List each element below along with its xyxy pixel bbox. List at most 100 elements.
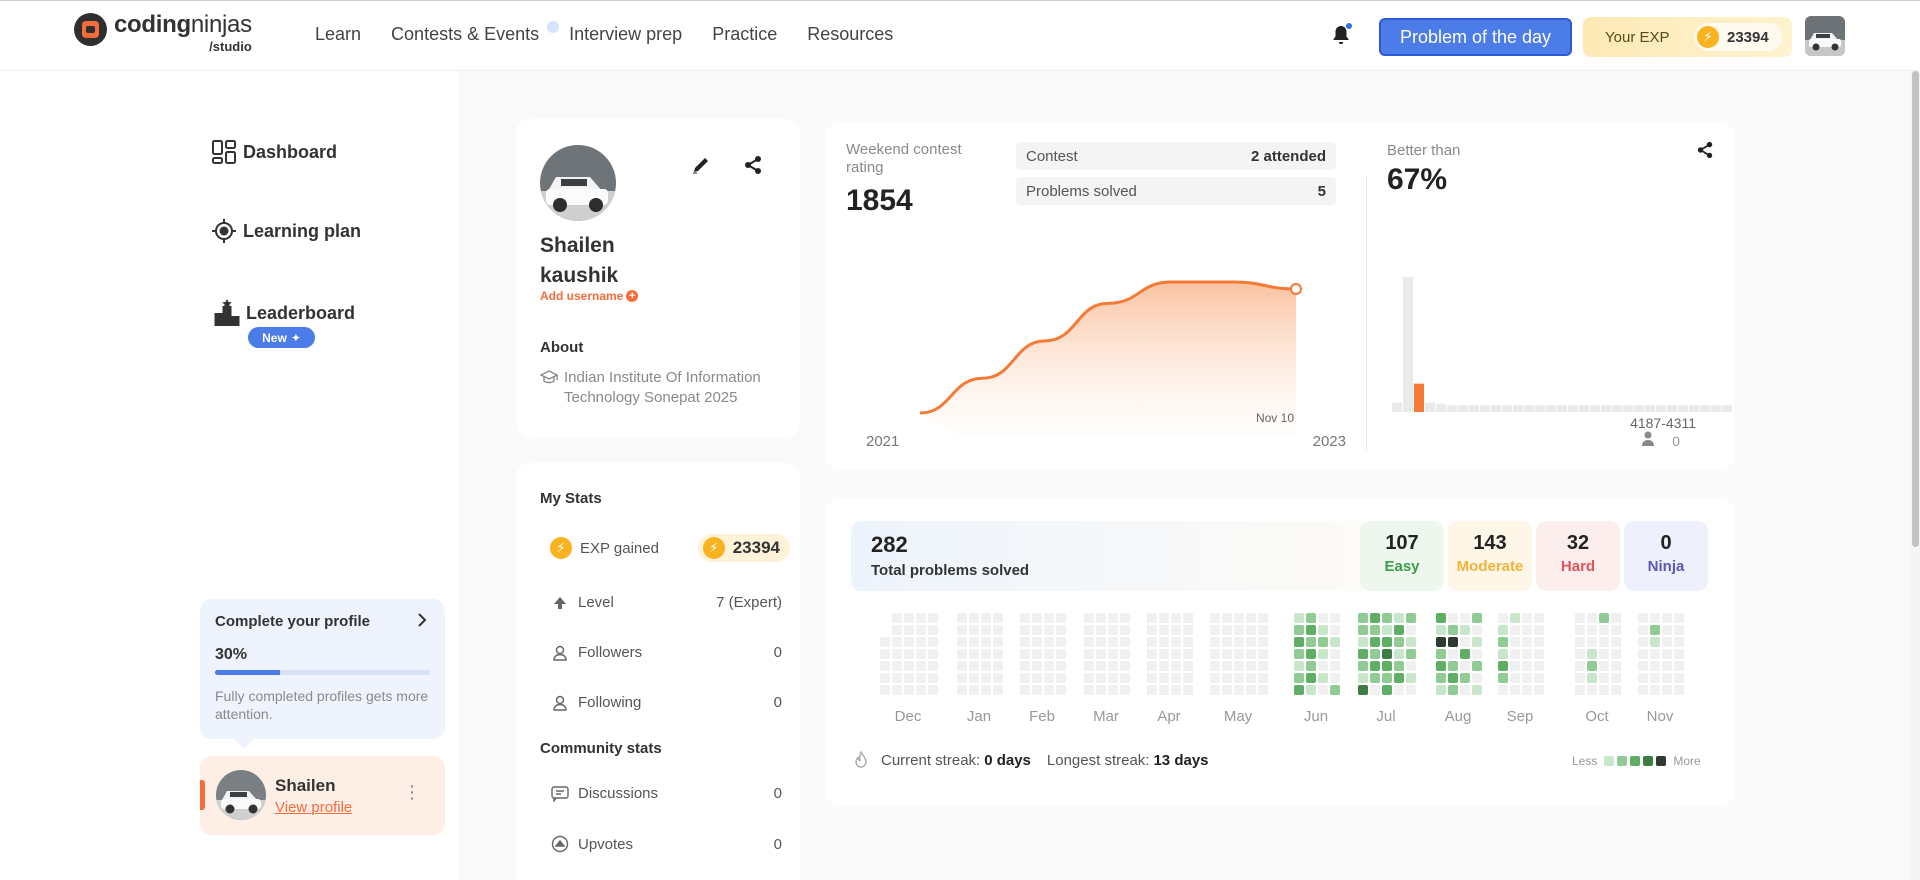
heatmap-cell — [1258, 661, 1268, 671]
heatmap-cell — [1044, 625, 1054, 635]
avatar[interactable] — [1805, 16, 1845, 56]
histogram-bar — [1425, 402, 1435, 412]
heatmap-cell — [1674, 685, 1684, 695]
fire-icon — [853, 751, 869, 769]
heatmap-cell — [1358, 637, 1368, 647]
legend-swatch — [1656, 756, 1667, 766]
sidebar-item-learning-plan[interactable]: Learning plan — [211, 218, 361, 244]
heatmap-cell — [1246, 649, 1256, 659]
nav-contests-events[interactable]: Contests & Events — [391, 21, 560, 45]
stat-row-followers[interactable]: Followers 0 — [550, 644, 782, 661]
heatmap-cell — [1534, 673, 1544, 683]
heatmap-cell — [1522, 673, 1532, 683]
heatmap-cell — [1575, 637, 1585, 647]
complete-profile-card[interactable]: Complete your profile 30% Fully complete… — [200, 599, 445, 749]
stat-row-upvotes: Upvotes 0 — [550, 835, 782, 853]
heatmap-month-label: Apr — [1157, 708, 1180, 725]
heatmap-cell — [1222, 649, 1232, 659]
profile-name: Shailen kaushik — [540, 234, 619, 288]
lightning-icon: ⚡ — [550, 537, 572, 559]
heatmap-cell — [1294, 613, 1304, 623]
stat-row-following[interactable]: Following 0 — [550, 694, 782, 711]
current-streak-value: 0 days — [984, 751, 1031, 769]
heatmap-cell — [1611, 625, 1621, 635]
nav-practice[interactable]: Practice — [712, 24, 777, 45]
histogram-bar — [1491, 405, 1501, 412]
heatmap-cell — [981, 673, 991, 683]
heatmap-cell — [1472, 661, 1482, 671]
heatmap-cell — [1448, 637, 1458, 647]
heatmap-cell — [904, 637, 914, 647]
heatmap-cell — [1472, 685, 1482, 695]
share-icon[interactable] — [743, 155, 763, 180]
problem-of-the-day-button[interactable]: Problem of the day — [1379, 18, 1572, 56]
view-profile-link[interactable]: View profile — [275, 799, 352, 816]
brand-logo[interactable]: codingninjas /studio — [74, 13, 252, 53]
sidebar-item-leaderboard[interactable]: Leaderboard — [214, 298, 355, 328]
histogram-bar — [1689, 405, 1699, 412]
heatmap-cell — [1358, 673, 1368, 683]
heatmap-cell — [1120, 673, 1130, 683]
heatmap-cell — [1159, 637, 1169, 647]
histogram-bar — [1480, 405, 1490, 412]
heatmap-cell — [1406, 625, 1416, 635]
heatmap-cell — [1534, 661, 1544, 671]
heatmap-cell — [1638, 661, 1648, 671]
heatmap-cell — [1358, 685, 1368, 695]
histogram-bar — [1447, 405, 1457, 412]
heatmap-cell — [1510, 637, 1520, 647]
heatmap-cell — [1358, 625, 1368, 635]
top-navbar: codingninjas /studio Learn Contests & Ev… — [0, 0, 1920, 71]
heatmap-cell — [928, 685, 938, 695]
histogram-bar — [1623, 405, 1633, 412]
share-icon[interactable] — [1696, 141, 1714, 164]
heatmap-month-label: Oct — [1585, 708, 1609, 725]
nav-resources[interactable]: Resources — [807, 24, 893, 45]
heatmap-cell — [1032, 649, 1042, 659]
more-options-icon[interactable]: ⋮ — [403, 782, 421, 803]
longest-streak-value: 13 days — [1153, 751, 1209, 769]
histogram-bar — [1557, 405, 1567, 412]
exp-pill[interactable]: Your EXP ⚡ 23394 — [1583, 17, 1792, 57]
nav-learn[interactable]: Learn — [315, 24, 361, 45]
heatmap-cell — [981, 685, 991, 695]
heatmap-cell — [892, 661, 902, 671]
notification-bell-icon[interactable] — [1331, 23, 1352, 46]
nav-interview-prep[interactable]: Interview prep — [569, 24, 682, 45]
heatmap-cell — [1498, 649, 1508, 659]
heatmap-cell — [1084, 637, 1094, 647]
heatmap-cell — [1234, 649, 1244, 659]
heatmap-cell — [1638, 637, 1648, 647]
heatmap-cell — [1406, 649, 1416, 659]
heatmap-cell — [1032, 613, 1042, 623]
heatmap-cell — [1096, 661, 1106, 671]
heatmap-cell — [1534, 625, 1544, 635]
heatmap-cell — [1318, 637, 1328, 647]
sidebar-item-dashboard[interactable]: Dashboard — [211, 139, 337, 165]
heatmap-legend: Less More — [1572, 754, 1701, 768]
stat-row-level: Level 7 (Expert) — [550, 594, 782, 611]
heatmap-cell — [1108, 649, 1118, 659]
heatmap-month-label: Dec — [895, 708, 922, 725]
heatmap-cell — [1056, 613, 1066, 623]
rating-x-end: 2023 — [1313, 433, 1346, 450]
chevron-right-icon[interactable] — [417, 613, 427, 632]
rating-area — [920, 282, 1296, 436]
add-username-link[interactable]: Add username + — [540, 289, 639, 303]
profile-avatar[interactable] — [540, 145, 616, 221]
histogram-bar — [1546, 405, 1556, 412]
heatmap-cell — [1210, 685, 1220, 695]
page-scrollbar[interactable] — [1910, 71, 1920, 880]
community-stats-heading: Community stats — [540, 740, 662, 757]
heatmap-cell — [1044, 613, 1054, 623]
heatmap-cell — [1460, 613, 1470, 623]
scrollbar-thumb[interactable] — [1912, 71, 1919, 547]
heatmap-cell — [1498, 673, 1508, 683]
histogram-bar — [1513, 405, 1523, 412]
heatmap-cell — [928, 625, 938, 635]
sidebar-user-card[interactable]: Shailen View profile ⋮ — [200, 756, 445, 835]
nav-indicator-dot — [547, 21, 560, 33]
edit-icon[interactable] — [691, 155, 711, 180]
histogram-bar — [1722, 405, 1732, 412]
heatmap-cell — [1575, 649, 1585, 659]
